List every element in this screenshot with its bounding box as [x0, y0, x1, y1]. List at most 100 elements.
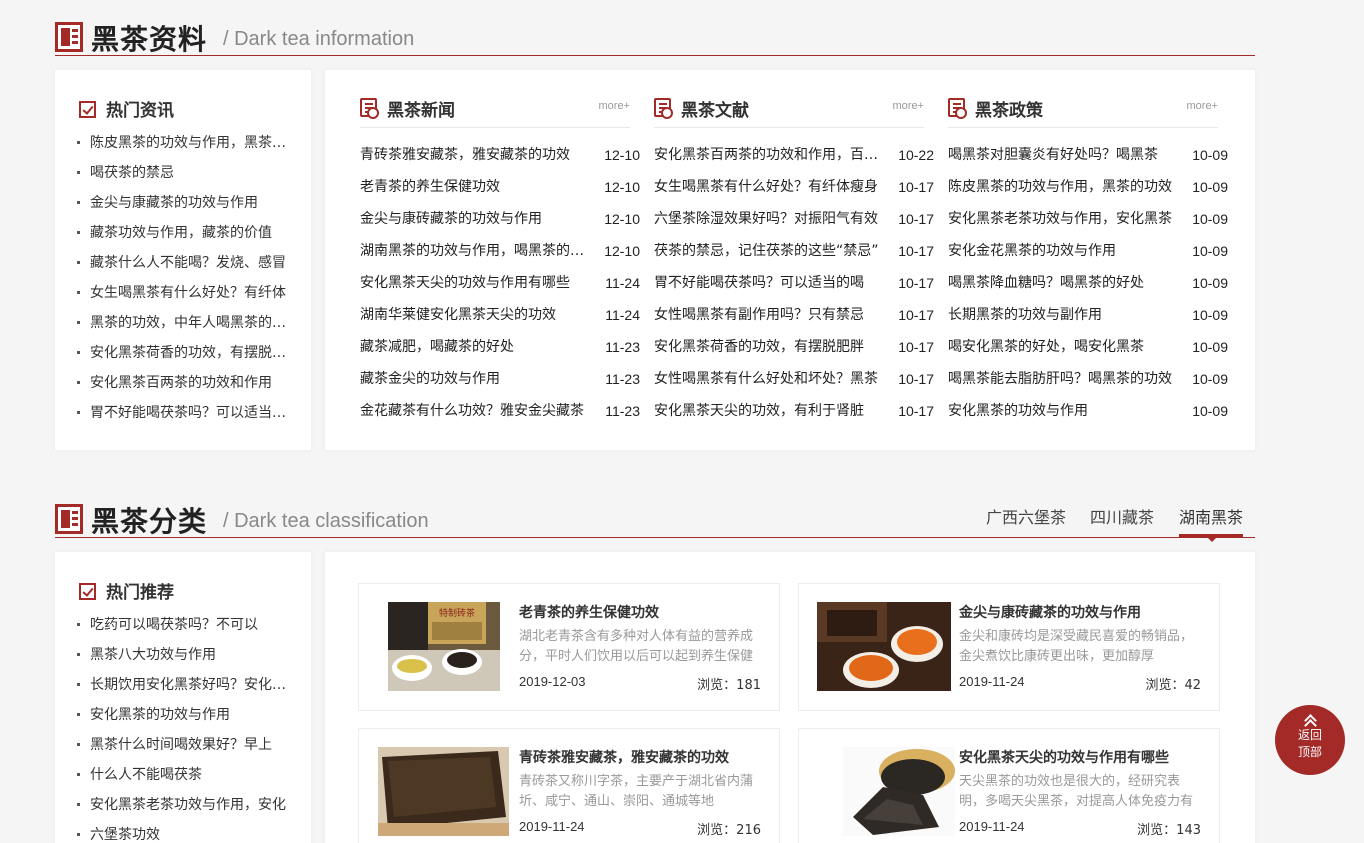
hot-news-card: 热门资讯 陈皮黑茶的功效与作用，黑茶的功效 喝茯茶的禁忌 金尖与康藏茶的功效与作… — [55, 70, 311, 450]
hot-news-item[interactable]: 陈皮黑茶的功效与作用，黑茶的功效 — [77, 132, 287, 162]
article-card[interactable]: 金尖与康砖藏茶的功效与作用 金尖和康砖均是深受藏民喜爱的畅销品，金尖煮饮比康砖更… — [798, 583, 1220, 711]
column-title: 黑茶新闻 — [387, 101, 455, 121]
back-to-top-button[interactable]: 返回 顶部 — [1275, 705, 1345, 775]
hot-news-title: 热门资讯 — [79, 96, 174, 121]
article-thumbnail[interactable] — [843, 747, 955, 836]
book-logo-icon — [55, 504, 83, 534]
article-thumbnail[interactable]: 特制砖茶 — [388, 602, 500, 691]
hot-recommend-item[interactable]: 长期饮用安化黑茶好吗？安化黑茶 — [77, 674, 287, 704]
hot-recommend-item[interactable]: 什么人不能喝茯茶 — [77, 764, 287, 794]
news-list: 青砖茶雅安藏茶，雅安藏茶的功效 12-10 老青茶的养生保健功效 12-10 金尖与… — [360, 144, 640, 432]
document-icon — [360, 98, 379, 119]
hot-recommend-card: 热门推荐 吃药可以喝茯茶吗？不可以 黑茶八大功效与作用 长期饮用安化黑茶好吗？安… — [55, 552, 311, 843]
news-item[interactable]: 胃不好能喝茯茶吗？可以适当的喝 10-17 — [654, 272, 934, 304]
hot-recommend-item[interactable]: 吃药可以喝茯茶吗？不可以 — [77, 614, 287, 644]
tab-hunan-heicha[interactable]: 湖南黑茶 — [1179, 504, 1243, 528]
news-item[interactable]: 安化黑茶天尖的功效，有利于肾脏 10-17 — [654, 400, 934, 432]
article-card[interactable]: 安化黑茶天尖的功效与作用有哪些 天尖黑茶的功效也是很大的，经研究表明，多喝天尖黑… — [798, 728, 1220, 843]
news-item[interactable]: 喝黑茶对胆囊炎有好处吗？喝黑茶 10-09 — [948, 144, 1228, 176]
article-thumbnail[interactable] — [817, 602, 951, 691]
hot-news-item[interactable]: 胃不好能喝茯茶吗？可以适当的喝 — [77, 402, 287, 432]
tab-guangxi-liubao[interactable]: 广西六堡茶 — [986, 504, 1066, 528]
news-item[interactable]: 六堡茶除湿效果好吗？对振阳气有效 10-17 — [654, 208, 934, 240]
hot-news-item[interactable]: 安化黑茶荷香的功效，有摆脱肥胖 — [77, 342, 287, 372]
hot-recommend-item[interactable]: 安化黑茶的功效与作用 — [77, 704, 287, 734]
news-item[interactable]: 青砖茶雅安藏茶，雅安藏茶的功效 12-10 — [360, 144, 640, 176]
news-list: 安化黑茶百两茶的功效和作用，百两茶 10-22 女生喝黑茶有什么好处？有纤体瘦身 1… — [654, 144, 934, 432]
hot-news-item[interactable]: 黑茶的功效，中年人喝黑茶的好处 — [77, 312, 287, 342]
double-chevron-up-icon — [1303, 715, 1317, 727]
hot-news-item[interactable]: 藏茶什么人不能喝？发烧、感冒 — [77, 252, 287, 282]
article-card[interactable]: 青砖茶雅安藏茶，雅安藏茶的功效 青砖茶又称川字茶，主要产于湖北省内蒲圻、咸宁、通… — [358, 728, 780, 843]
hot-news-item[interactable]: 喝茯茶的禁忌 — [77, 162, 287, 192]
article-title[interactable]: 老青茶的养生保健功效 — [519, 602, 659, 622]
news-item[interactable]: 陈皮黑茶的功效与作用，黑茶的功效 10-09 — [948, 176, 1228, 208]
column-header: 黑茶新闻 more+ — [360, 96, 630, 128]
article-title[interactable]: 安化黑茶天尖的功效与作用有哪些 — [959, 747, 1169, 767]
article-title[interactable]: 青砖茶雅安藏茶，雅安藏茶的功效 — [519, 747, 729, 767]
article-card[interactable]: 特制砖茶 老青茶的养生保健功效 湖北老青茶含有多种对人体有益的营养成分，平时人们… — [358, 583, 780, 711]
news-item[interactable]: 安化金花黑茶的功效与作用 10-09 — [948, 240, 1228, 272]
news-item[interactable]: 喝安化黑茶的好处，喝安化黑茶 10-09 — [948, 336, 1228, 368]
news-item[interactable]: 安化黑茶荷香的功效，有摆脱肥胖 10-17 — [654, 336, 934, 368]
hot-recommend-item[interactable]: 黑茶什么时间喝效果好？早上 — [77, 734, 287, 764]
more-link[interactable]: more+ — [1187, 100, 1219, 112]
news-item[interactable]: 女性喝黑茶有副作用吗？只有禁忌 10-17 — [654, 304, 934, 336]
news-item[interactable]: 喝黑茶能去脂肪肝吗？喝黑茶的功效 10-09 — [948, 368, 1228, 400]
more-link[interactable]: more+ — [599, 100, 631, 112]
news-item[interactable]: 喝黑茶降血糖吗？喝黑茶的好处 10-09 — [948, 272, 1228, 304]
loose-tea-basket-image — [843, 747, 955, 836]
news-item[interactable]: 安化黑茶百两茶的功效和作用，百两茶 10-22 — [654, 144, 934, 176]
section-title: 黑茶资料 — [91, 23, 208, 56]
back-top-line2: 顶部 — [1297, 745, 1322, 759]
news-item[interactable]: 安化黑茶天尖的功效与作用有哪些 11-24 — [360, 272, 640, 304]
hot-recommend-item[interactable]: 黑茶八大功效与作用 — [77, 644, 287, 674]
news-item[interactable]: 湖南华莱健安化黑茶天尖的功效 11-24 — [360, 304, 640, 336]
news-columns-card: 黑茶新闻 more+ 青砖茶雅安藏茶，雅安藏茶的功效 12-10 老青茶的养生保健… — [325, 70, 1255, 450]
news-column-policy: 黑茶政策 more+ 喝黑茶对胆囊炎有好处吗？喝黑茶 10-09 陈皮黑茶的功效与… — [948, 70, 1228, 450]
news-item[interactable]: 金尖与康砖藏茶的功效与作用 12-10 — [360, 208, 640, 240]
news-item[interactable]: 老青茶的养生保健功效 12-10 — [360, 176, 640, 208]
column-title: 黑茶文献 — [681, 101, 749, 121]
column-title: 黑茶政策 — [975, 101, 1043, 121]
article-thumbnail[interactable] — [378, 747, 509, 836]
news-item[interactable]: 茯茶的禁忌，记住茯茶的这些“禁忌” 10-17 — [654, 240, 934, 272]
hot-news-item[interactable]: 藏茶功效与作用，藏茶的价值 — [77, 222, 287, 252]
hot-recommend-item[interactable]: 安化黑茶老茶功效与作用，安化 — [77, 794, 287, 824]
news-item[interactable]: 金花藏茶有什么功效？雅安金尖藏茶 11-23 — [360, 400, 640, 432]
hot-news-list: 陈皮黑茶的功效与作用，黑茶的功效 喝茯茶的禁忌 金尖与康藏茶的功效与作用 藏茶功… — [77, 132, 287, 432]
news-item[interactable]: 藏茶金尖的功效与作用 11-23 — [360, 368, 640, 400]
hot-news-item[interactable]: 金尖与康藏茶的功效与作用 — [77, 192, 287, 222]
hot-news-item[interactable]: 女生喝黑茶有什么好处？有纤体 — [77, 282, 287, 312]
section-header-dark-tea-classification: 黑茶分类 / Dark tea classification — [55, 492, 1255, 538]
news-item[interactable]: 湖南黑茶的功效与作用，喝黑茶的好处 12-10 — [360, 240, 640, 272]
article-description: 天尖黑茶的功效也是很大的，经研究表明，多喝天尖黑茶，对提高人体免疫力有益 — [959, 774, 1194, 809]
article-date: 2019-11-24 — [959, 819, 1025, 834]
news-item[interactable]: 女生喝黑茶有什么好处？有纤体瘦身 10-17 — [654, 176, 934, 208]
more-link[interactable]: more+ — [893, 100, 925, 112]
hot-news-item[interactable]: 安化黑茶百两茶的功效和作用 — [77, 372, 287, 402]
news-item[interactable]: 安化黑茶老茶功效与作用，安化黑茶 10-09 — [948, 208, 1228, 240]
article-views: 浏览：42 — [1145, 678, 1201, 693]
article-date: 2019-11-24 — [959, 674, 1025, 689]
hot-recommend-title: 热门推荐 — [79, 578, 174, 603]
article-description: 金尖和康砖均是深受藏民喜爱的畅销品，金尖煮饮比康砖更出味，更加醇厚 — [959, 629, 1194, 664]
document-icon — [948, 98, 967, 119]
article-description: 青砖茶又称川字茶，主要产于湖北省内蒲圻、咸宁、通山、崇阳、通城等地 — [519, 774, 754, 809]
hot-recommend-item[interactable]: 六堡茶功效 — [77, 824, 287, 843]
news-item[interactable]: 安化黑茶的功效与作用 10-09 — [948, 400, 1228, 432]
news-item[interactable]: 女性喝黑茶有什么好处和坏处？黑茶 10-17 — [654, 368, 934, 400]
tab-sichuan-zangcha[interactable]: 四川藏茶 — [1090, 504, 1154, 528]
article-views: 浏览：216 — [697, 823, 761, 838]
article-title[interactable]: 金尖与康砖藏茶的功效与作用 — [959, 602, 1141, 622]
article-date: 2019-11-24 — [519, 819, 585, 834]
hot-recommend-list: 吃药可以喝茯茶吗？不可以 黑茶八大功效与作用 长期饮用安化黑茶好吗？安化黑茶 安… — [77, 614, 287, 843]
news-item[interactable]: 长期黑茶的功效与副作用 10-09 — [948, 304, 1228, 336]
section-header-dark-tea-info: 黑茶资料 / Dark tea information — [55, 10, 1255, 56]
section-subtitle: / Dark tea classification — [223, 510, 429, 532]
news-column-literature: 黑茶文献 more+ 安化黑茶百两茶的功效和作用，百两茶 10-22 女生喝黑茶有… — [654, 70, 934, 450]
articles-card: 特制砖茶 老青茶的养生保健功效 湖北老青茶含有多种对人体有益的营养成分，平时人们… — [325, 552, 1255, 843]
column-header: 黑茶文献 more+ — [654, 96, 924, 128]
article-views: 浏览：181 — [697, 678, 761, 693]
news-item[interactable]: 藏茶减肥，喝藏茶的好处 11-23 — [360, 336, 640, 368]
